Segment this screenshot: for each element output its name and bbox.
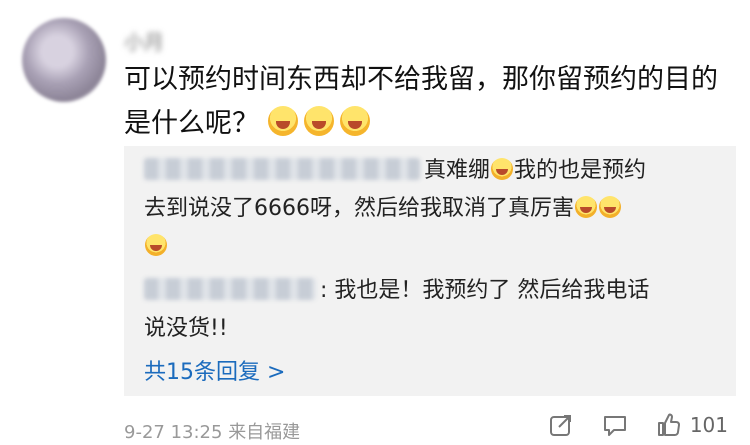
- reply-text: 说没货!!: [144, 316, 228, 341]
- laughing-emoji-icon: [599, 196, 621, 218]
- reply-author-redacted[interactable]: [144, 158, 420, 180]
- laughing-emoji-icon: [491, 158, 514, 180]
- comment-meta: 9-27 13:25 来自福建: [124, 418, 300, 444]
- comment-username[interactable]: 小月: [124, 26, 164, 55]
- comment-line-2: 是什么呢？: [124, 102, 724, 146]
- reply-author-redacted[interactable]: [144, 278, 316, 300]
- reply-text: : 我也是！我预约了 然后给我电话: [320, 278, 650, 303]
- crying-laughing-emoji-icon: [339, 106, 370, 136]
- reply-text: 我的也是预约: [514, 158, 647, 183]
- thumbs-up-icon: [656, 412, 682, 438]
- comment-line-2-text: 是什么呢？: [124, 108, 259, 139]
- reply-line: 真难绷 我的也是预约: [144, 152, 714, 190]
- reply-line: 说没货!!: [144, 310, 714, 348]
- reply-text: 真难绷: [424, 158, 491, 183]
- laughing-emoji-icon: [575, 196, 597, 218]
- reply-line: [144, 228, 714, 266]
- comment-actions: 101: [548, 412, 728, 438]
- comment-icon[interactable]: [602, 412, 628, 438]
- crying-laughing-emoji-icon: [303, 106, 334, 136]
- reply-item[interactable]: : 我也是！我预约了 然后给我电话 说没货!!: [144, 272, 714, 348]
- timestamp: 9-27 13:25: [124, 422, 223, 443]
- reply-line: : 我也是！我预约了 然后给我电话: [144, 272, 714, 310]
- reply-thread: 真难绷 我的也是预约 去到说没了6666呀，然后给我取消了真厉害 : 我也是！我预…: [124, 146, 736, 396]
- comment-text: 可以预约时间东西却不给我留，那你留预约的目的 是什么呢？: [124, 58, 724, 146]
- reply-text: 去到说没了6666呀，然后给我取消了真厉害: [144, 196, 574, 221]
- like-count: 101: [689, 413, 728, 437]
- reply-item[interactable]: 真难绷 我的也是预约 去到说没了6666呀，然后给我取消了真厉害: [144, 152, 714, 266]
- share-icon[interactable]: [548, 412, 574, 438]
- view-more-replies-link[interactable]: 共15条回复 >: [144, 354, 285, 386]
- crying-laughing-emoji-icon: [267, 106, 298, 136]
- source-location: 来自福建: [228, 422, 301, 443]
- reply-line: 去到说没了6666呀，然后给我取消了真厉害: [144, 190, 714, 228]
- laughing-emoji-icon: [145, 234, 167, 256]
- avatar[interactable]: [22, 18, 106, 102]
- like-button[interactable]: 101: [656, 412, 728, 438]
- comment-line-1: 可以预约时间东西却不给我留，那你留预约的目的: [124, 64, 718, 95]
